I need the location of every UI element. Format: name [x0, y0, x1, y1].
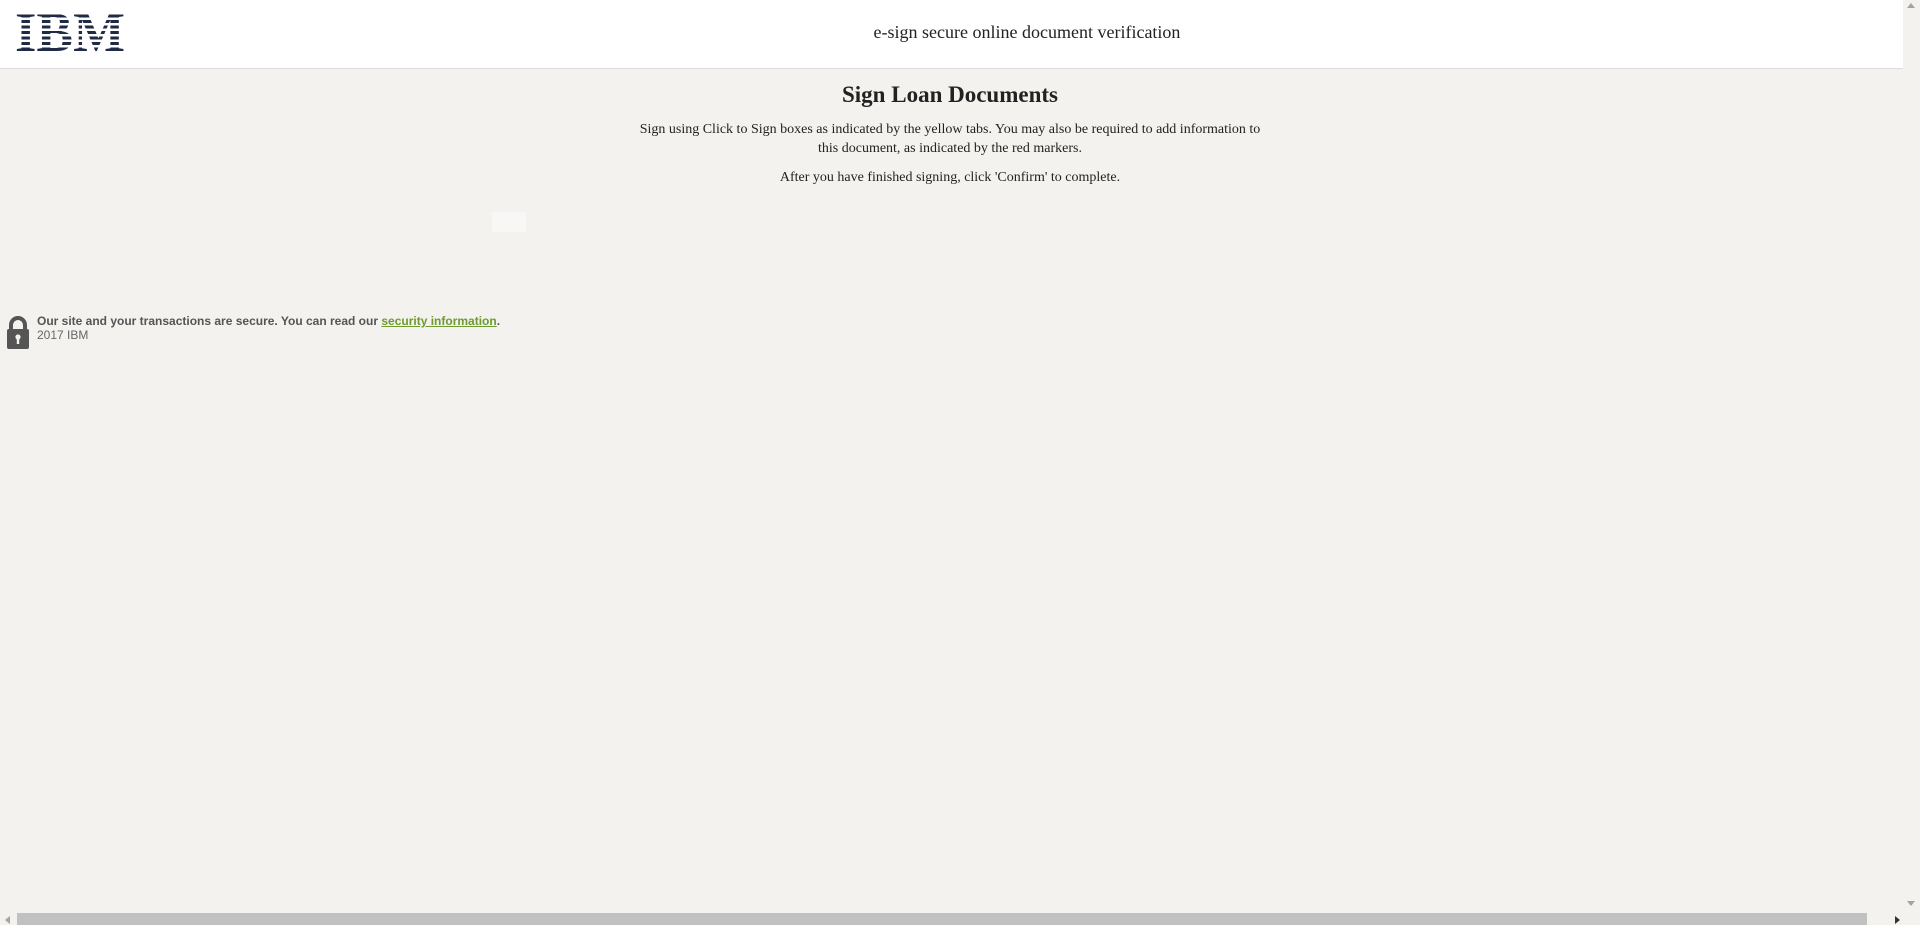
ibm-logo-icon: IBM — [15, 9, 125, 51]
ibm-logo[interactable]: IBM — [15, 9, 131, 55]
page-title: Sign Loan Documents — [842, 82, 1058, 107]
scroll-left-icon[interactable] — [5, 916, 10, 924]
header-title: e-sign secure online document verificati… — [873, 22, 1181, 42]
page: IBM e-sign secure online document verifi… — [0, 0, 1920, 925]
confirm-instructions: After you have finished signing, click '… — [779, 170, 1121, 185]
main-content: Sign Loan Documents Sign using Click to … — [630, 80, 1270, 187]
signing-instructions: Sign using Click to Sign boxes as indica… — [639, 122, 1261, 156]
lock-icon — [7, 316, 29, 349]
scroll-right-icon[interactable] — [1895, 916, 1900, 924]
footer-text: Our site and your transactions are secur… — [37, 314, 500, 342]
scrollbar-corner — [1903, 908, 1920, 925]
horizontal-scroll-thumb[interactable] — [17, 913, 1867, 925]
horizontal-scrollbar[interactable] — [0, 908, 1903, 925]
copyright: 2017 IBM — [37, 328, 89, 342]
security-footer: Our site and your transactions are secur… — [6, 314, 500, 350]
header: IBM e-sign secure online document verifi… — [0, 0, 1903, 69]
period: . — [496, 314, 501, 328]
secure-text: Our site and your transactions are secur… — [37, 314, 379, 328]
scroll-up-icon[interactable] — [1907, 3, 1915, 8]
vertical-scrollbar[interactable] — [1903, 0, 1920, 908]
security-information-link[interactable]: security information — [381, 314, 496, 328]
document-placeholder — [492, 212, 526, 232]
scroll-down-icon[interactable] — [1907, 901, 1915, 906]
